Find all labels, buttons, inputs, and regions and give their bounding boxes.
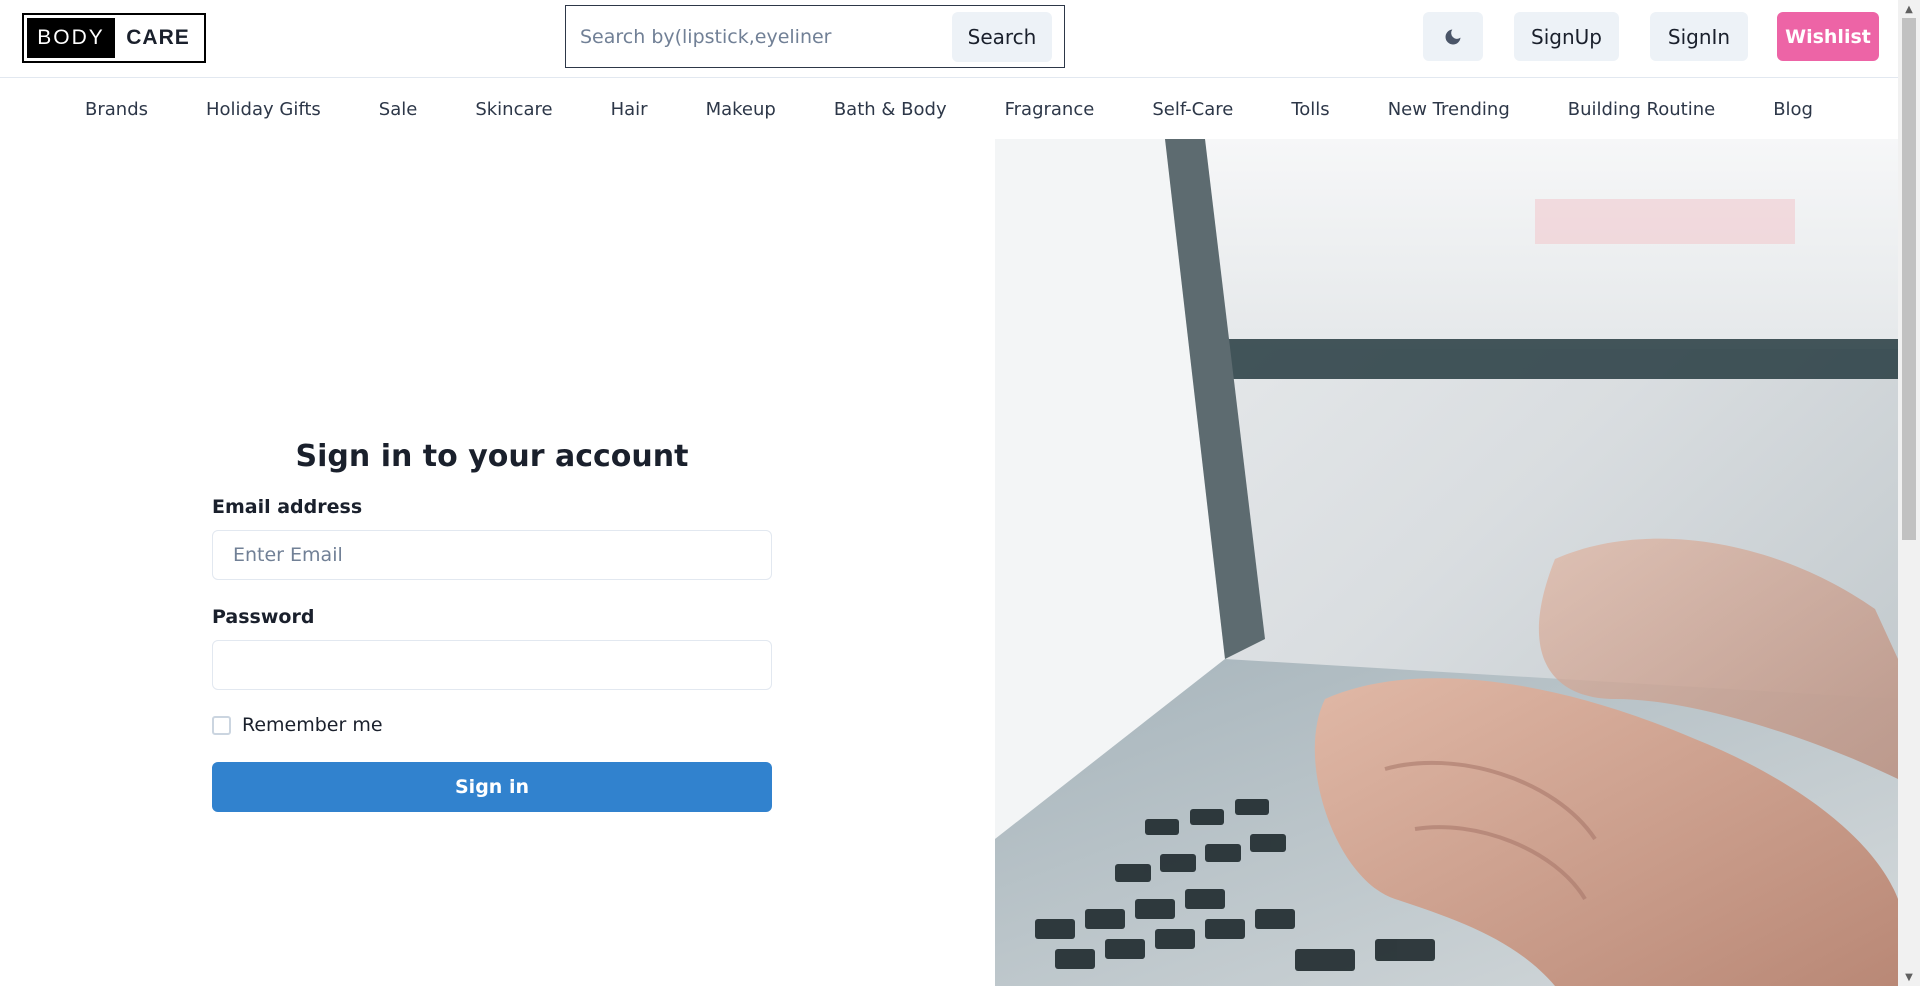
nav-item-skincare[interactable]: Skincare [475, 99, 552, 120]
hero-image [995, 139, 1898, 986]
signin-section: Sign in to your account Email address Pa… [0, 139, 995, 986]
signup-button[interactable]: SignUp [1514, 12, 1619, 61]
signin-submit-button[interactable]: Sign in [212, 762, 772, 812]
brand-logo[interactable]: BODY CARE [22, 13, 206, 63]
nav-item-tolls[interactable]: Tolls [1291, 99, 1329, 120]
email-field[interactable] [212, 530, 772, 580]
page-scrollbar[interactable]: ▲ ▼ [1898, 0, 1920, 986]
signin-form: Sign in to your account Email address Pa… [212, 439, 772, 812]
remember-me-row: Remember me [212, 714, 772, 736]
scroll-down-arrow-icon[interactable]: ▼ [1898, 968, 1920, 986]
nav-item-makeup[interactable]: Makeup [706, 99, 776, 120]
nav-item-holiday-gifts[interactable]: Holiday Gifts [206, 99, 321, 120]
signin-button[interactable]: SignIn [1650, 12, 1748, 61]
nav-item-bath-body[interactable]: Bath & Body [834, 99, 947, 120]
email-label: Email address [212, 496, 363, 518]
search-input[interactable] [566, 6, 952, 67]
theme-toggle-button[interactable] [1423, 12, 1483, 61]
nav-item-building-routine[interactable]: Building Routine [1568, 99, 1715, 120]
moon-icon [1445, 29, 1461, 44]
logo-body-text: BODY [27, 18, 115, 58]
password-label: Password [212, 606, 315, 628]
wishlist-button[interactable]: Wishlist [1777, 12, 1879, 61]
remember-me-label[interactable]: Remember me [242, 714, 383, 736]
logo-care-text: CARE [126, 26, 190, 49]
nav-item-self-care[interactable]: Self-Care [1152, 99, 1233, 120]
scroll-up-arrow-icon[interactable]: ▲ [1898, 0, 1920, 18]
category-nav: Brands Holiday Gifts Sale Skincare Hair … [0, 79, 1898, 139]
nav-item-fragrance[interactable]: Fragrance [1005, 99, 1095, 120]
password-field[interactable] [212, 640, 772, 690]
nav-item-brands[interactable]: Brands [85, 99, 148, 120]
remember-me-checkbox[interactable] [212, 715, 231, 735]
nav-item-sale[interactable]: Sale [379, 99, 418, 120]
search-bar: Search [565, 5, 1065, 68]
nav-item-blog[interactable]: Blog [1773, 99, 1813, 120]
site-header: BODY CARE Search SignUp SignIn Wishlist [0, 0, 1898, 78]
scrollbar-thumb[interactable] [1902, 18, 1916, 540]
search-button[interactable]: Search [952, 11, 1052, 62]
nav-item-new-trending[interactable]: New Trending [1388, 99, 1510, 120]
nav-item-hair[interactable]: Hair [611, 99, 648, 120]
page-title: Sign in to your account [295, 439, 689, 474]
laptop-typing-illustration [995, 139, 1898, 986]
